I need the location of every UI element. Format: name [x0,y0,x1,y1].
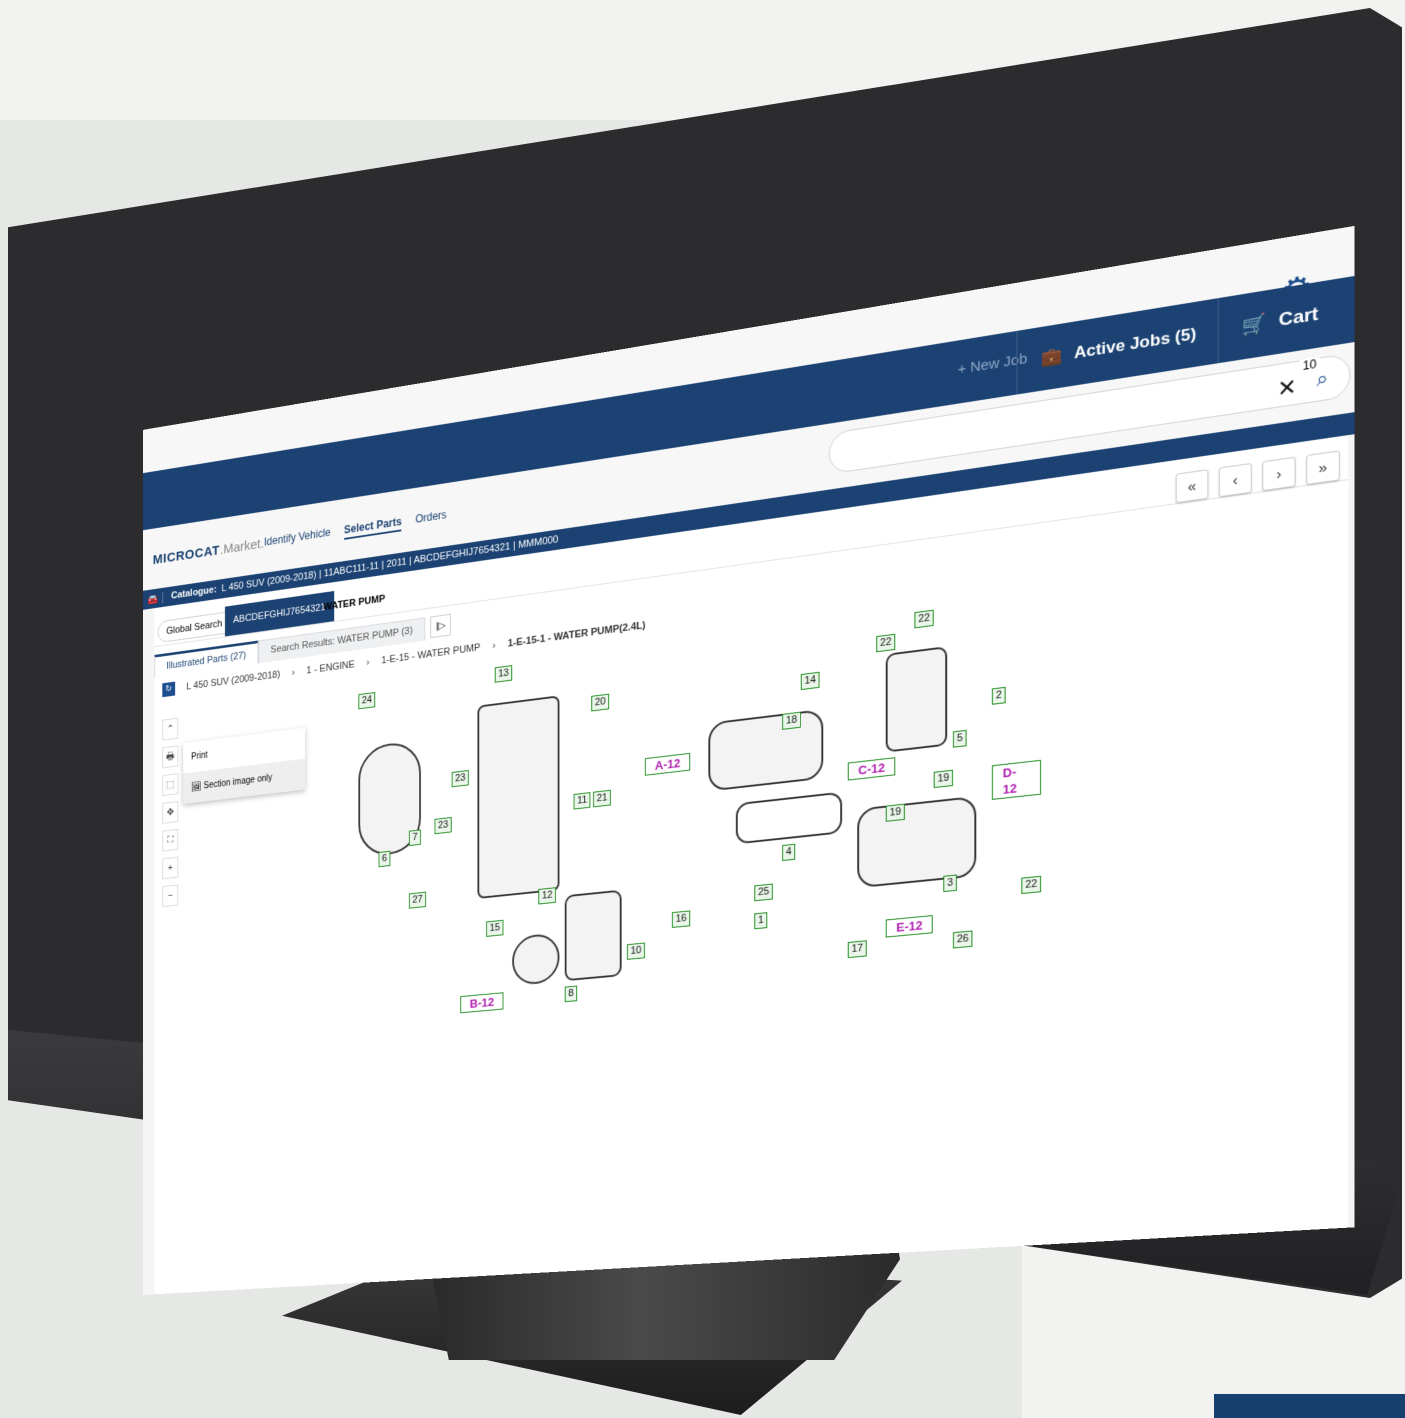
pan-icon[interactable]: ✥ [162,801,179,824]
chevron-right-icon: › [366,657,370,669]
callout-18[interactable]: 18 [782,711,802,730]
callout-14[interactable]: 14 [800,671,820,691]
brand-suffix: .Market. [219,536,264,558]
zoom-out-icon[interactable]: − [162,884,179,908]
callout-12[interactable]: 12 [538,887,557,905]
thermostat-housing-part [885,646,948,753]
vin-chip[interactable]: ABCDEFGHIJ7654321 [224,591,334,637]
next-page-button[interactable]: › [1262,456,1296,492]
active-jobs-label: Active Jobs (5) [1074,324,1197,363]
refresh-icon[interactable]: ↻ [162,681,176,698]
zoom-in-icon[interactable]: + [162,856,179,880]
nav-identify-vehicle[interactable]: Identify Vehicle [264,526,331,552]
callout-20[interactable]: 20 [591,693,610,712]
parts-diagram: 24 13 20 23 11 21 23 7 6 27 12 15 10 16 … [333,596,1042,1061]
brand-name: MICROCAT [152,542,220,568]
pager: « ‹ › » [1175,450,1340,504]
callout-2[interactable]: 2 [991,686,1006,705]
fit-screen-icon[interactable]: ⛶ [162,828,179,852]
search-icon[interactable]: ⌕ [1316,367,1328,392]
last-page-button[interactable]: » [1306,450,1340,486]
callout-7[interactable]: 7 [408,829,421,847]
section-ref-b12[interactable]: B-12 [460,992,504,1014]
callout-11[interactable]: 11 [573,792,591,810]
diagram-toolbar: ⌃ 🖶 ⬚ ✥ ⛶ + − [162,717,179,908]
search-term: WATER PUMP [323,593,386,613]
pulley-part [512,932,560,987]
callout-23[interactable]: 23 [451,769,470,788]
callout-25[interactable]: 25 [754,883,774,902]
gasket-part [735,791,843,845]
section-ref-d12[interactable]: D-12 [991,759,1042,800]
callout-19b[interactable]: 19 [933,769,954,789]
prev-page-button[interactable]: ‹ [1218,462,1252,498]
callout-16[interactable]: 16 [671,910,691,928]
cart-label: Cart [1278,303,1319,332]
callout-22b[interactable]: 22 [876,633,896,653]
monitor-screen: ⚙ + New Job 💼 Active Jobs (5) 🛒 Cart MIC… [22,40,1357,1295]
search-scope-label: Global Search [166,618,223,637]
corner-accent [1214,1394,1405,1418]
callout-24[interactable]: 24 [358,691,376,710]
cart-icon: 🛒 [1241,313,1267,338]
breadcrumb-current: 1-E-15-1 - WATER PUMP(2.4L) [507,619,646,650]
callout-3[interactable]: 3 [943,874,957,893]
callout-22[interactable]: 22 [914,609,934,629]
car-icon: 🚘 [143,591,164,606]
chevron-right-icon: › [291,667,295,679]
breadcrumb-level-2[interactable]: 1-E-15 - WATER PUMP [381,642,480,666]
print-option-label: Section image only [203,773,273,792]
callout-27[interactable]: 27 [408,891,427,909]
breadcrumb-root[interactable]: L 450 SUV (2009-2018) [186,669,280,692]
callout-13[interactable]: 13 [494,665,513,683]
expand-icon[interactable]: |▷ [430,613,452,639]
section-ref-c12[interactable]: C-12 [847,757,896,781]
callout-15[interactable]: 15 [486,919,504,937]
pump-body-part [564,889,622,982]
callout-1[interactable]: 1 [754,912,768,930]
first-page-button[interactable]: « [1175,469,1209,504]
callout-17[interactable]: 17 [847,940,867,959]
callout-10[interactable]: 10 [626,942,646,960]
callout-6[interactable]: 6 [378,850,391,868]
print-icon[interactable]: 🖶 [162,745,179,769]
section-ref-e12[interactable]: E-12 [885,915,934,938]
nav-select-parts[interactable]: Select Parts [343,515,402,540]
breadcrumb-level-1[interactable]: 1 - ENGINE [306,659,354,676]
callout-26[interactable]: 26 [952,930,973,949]
callout-22c[interactable]: 22 [1021,875,1042,895]
callout-5[interactable]: 5 [952,729,967,748]
timing-cover-part [477,695,560,899]
close-icon[interactable]: ✕ [1277,374,1296,403]
select-area-icon[interactable]: ⬚ [162,773,179,797]
chevron-up-icon[interactable]: ⌃ [162,717,179,741]
section-ref-a12[interactable]: A-12 [644,752,691,776]
callout-19[interactable]: 19 [885,803,906,822]
callout-4[interactable]: 4 [782,843,796,862]
briefcase-icon: 💼 [1041,345,1063,368]
chevron-right-icon: › [492,640,496,652]
app-window: ⚙ + New Job 💼 Active Jobs (5) 🛒 Cart MIC… [143,225,1355,1295]
callout-23b[interactable]: 23 [434,816,452,835]
brand-logo[interactable]: MICROCAT.Market. [153,536,264,568]
print-menu: Print 🖼 Section image only [183,727,306,804]
catalogue-label: Catalogue: [171,584,217,602]
water-inlet-part [857,795,977,889]
pump-housing-part [708,708,824,792]
callout-21[interactable]: 21 [593,789,612,808]
nav-orders[interactable]: Orders [415,508,446,529]
callout-8[interactable]: 8 [564,985,578,1003]
main-nav: Identify Vehicle Select Parts Orders [264,508,447,552]
